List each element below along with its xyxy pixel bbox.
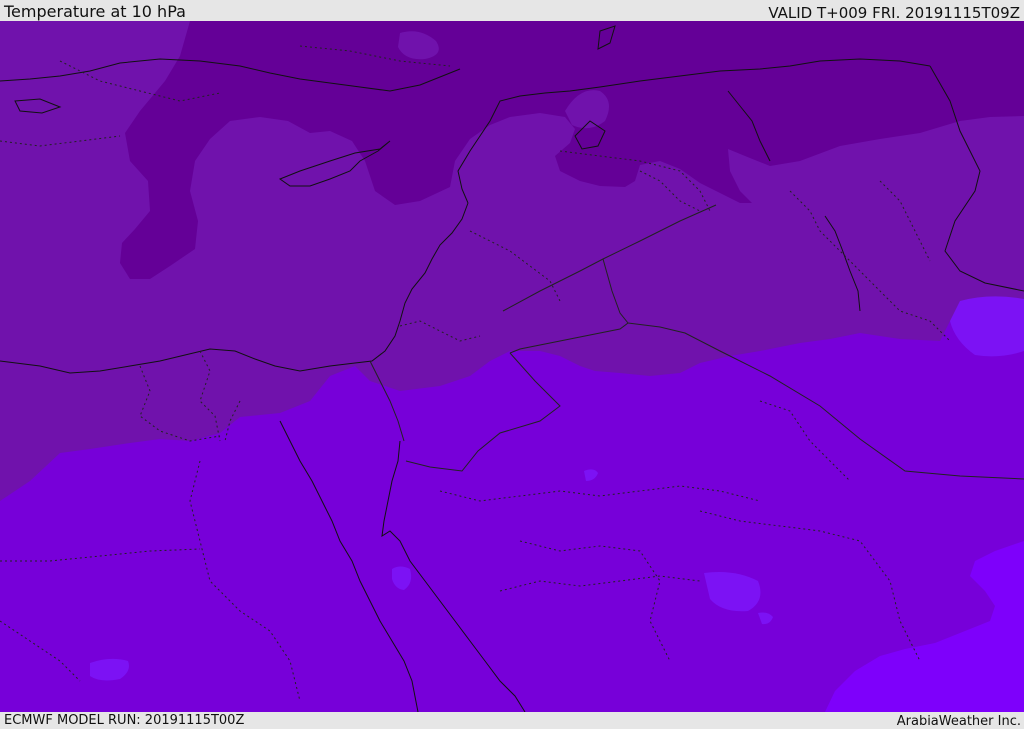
map-title: Temperature at 10 hPa bbox=[4, 2, 186, 21]
valid-time: VALID T+009 FRI. 20191115T09Z bbox=[768, 4, 1020, 22]
footer-bar: ECMWF MODEL RUN: 20191115T00Z ArabiaWeat… bbox=[0, 712, 1024, 729]
temperature-map bbox=[0, 21, 1024, 712]
model-run-label: ECMWF MODEL RUN: 20191115T00Z bbox=[4, 713, 245, 728]
header-bar: Temperature at 10 hPa VALID T+009 FRI. 2… bbox=[0, 0, 1024, 21]
credit-label: ArabiaWeather Inc. bbox=[896, 714, 1021, 729]
map-viewer: Temperature at 10 hPa VALID T+009 FRI. 2… bbox=[0, 0, 1024, 729]
